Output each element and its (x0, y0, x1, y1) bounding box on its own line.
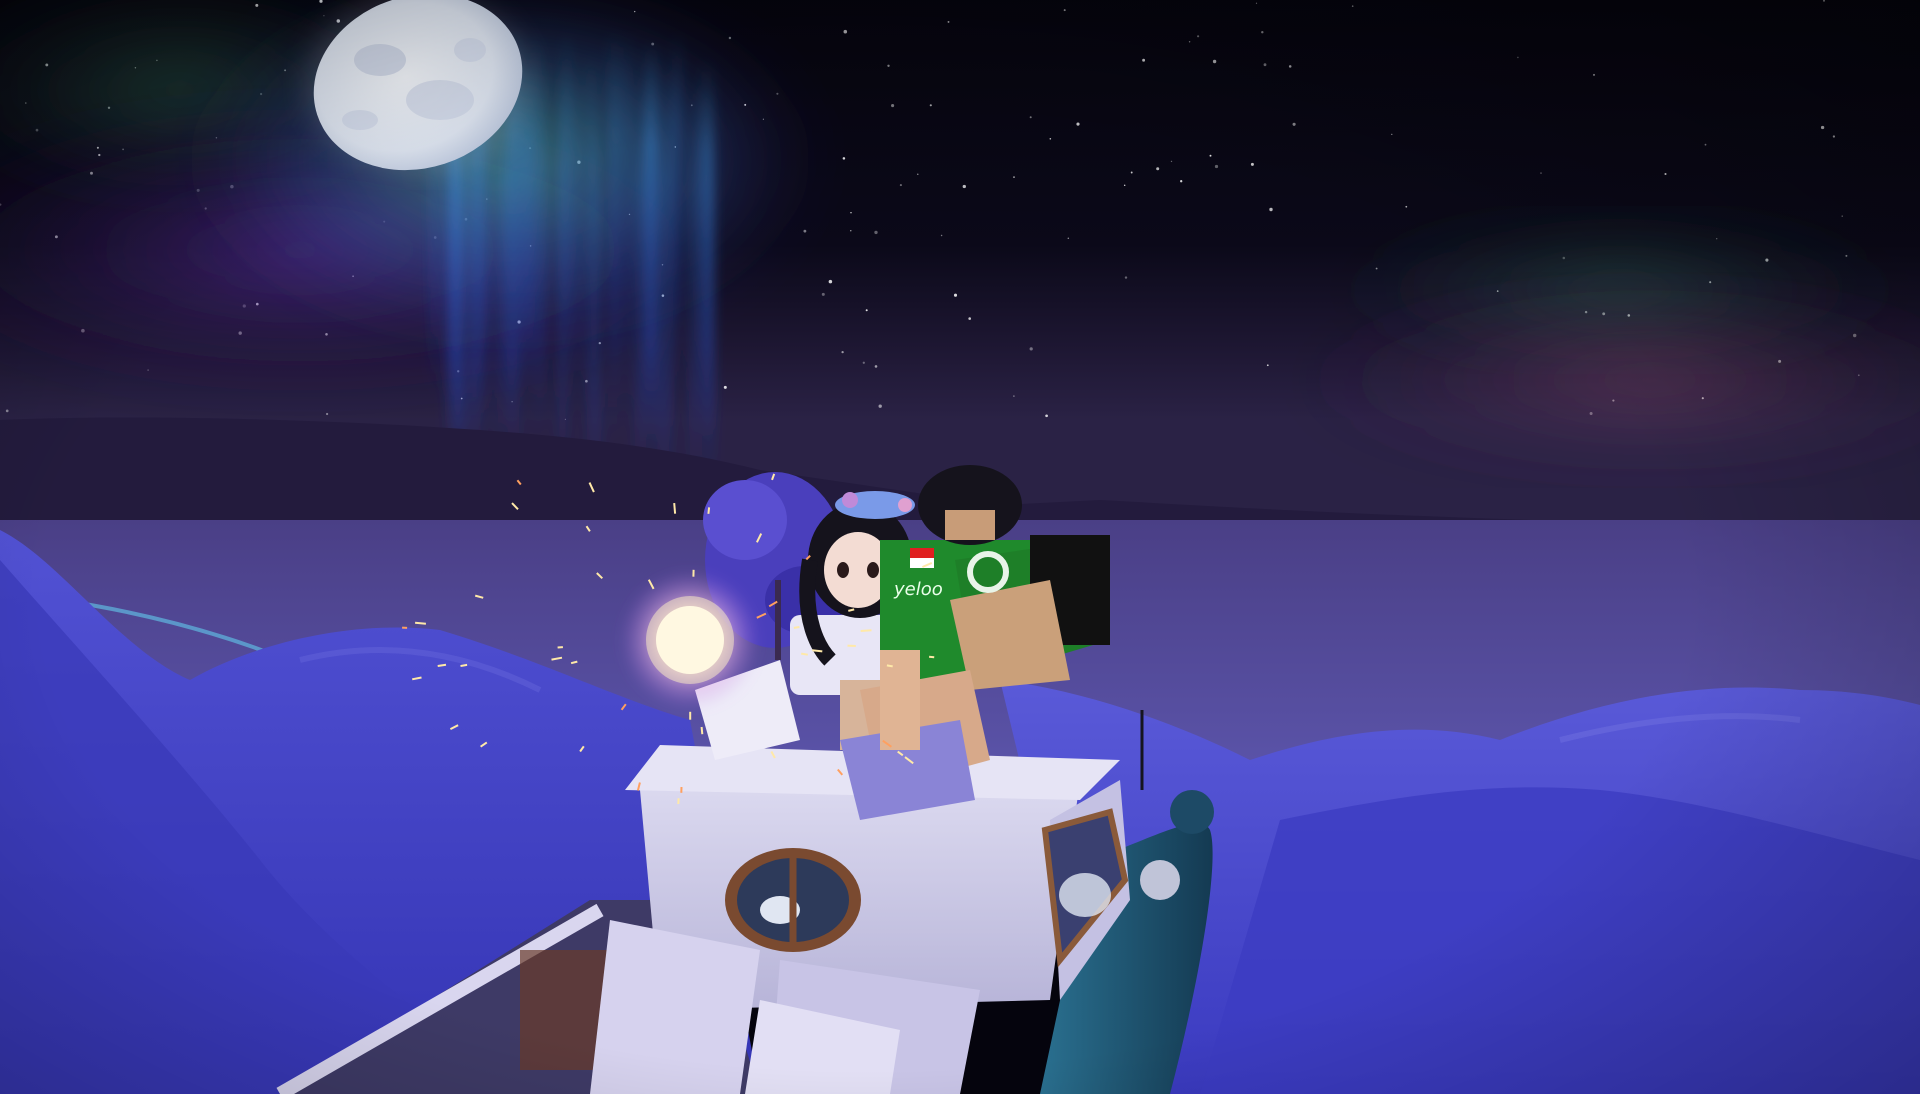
star (1351, 5, 1354, 7)
star (723, 385, 727, 389)
aurora-ray (575, 67, 580, 420)
star (841, 350, 844, 354)
star (821, 292, 825, 296)
star (874, 230, 878, 235)
aurora-ray (634, 81, 646, 498)
star (1250, 162, 1254, 166)
aurora-ray (624, 33, 631, 425)
star (1076, 122, 1080, 126)
aurora-ray (541, 69, 547, 434)
star (1540, 172, 1542, 174)
star (1156, 167, 1160, 171)
star (1704, 143, 1707, 146)
aurora-ray (530, 30, 542, 445)
star (1124, 276, 1128, 279)
star (1820, 125, 1825, 130)
star (1045, 414, 1048, 418)
star (1269, 207, 1273, 212)
aurora-ray (501, 93, 507, 444)
star (1261, 31, 1264, 34)
porthole-window (725, 848, 861, 952)
star (953, 293, 958, 297)
star (891, 104, 895, 108)
shirt-text: yeloo (893, 579, 943, 600)
star (803, 229, 807, 233)
star (1029, 116, 1032, 119)
star (1255, 2, 1258, 4)
aurora-ray (609, 29, 619, 439)
game-scene: yeloo (0, 0, 1920, 1094)
aurora-ray (564, 29, 570, 376)
aurora-ray (706, 87, 714, 506)
star (887, 64, 890, 67)
star (1180, 180, 1183, 183)
star (929, 104, 932, 107)
spark (673, 503, 677, 514)
star (850, 212, 852, 214)
star (1214, 164, 1219, 169)
spark (860, 629, 872, 632)
spark (460, 663, 468, 667)
star (940, 234, 943, 237)
star (1288, 65, 1292, 68)
star (1170, 160, 1173, 163)
star (1212, 59, 1217, 64)
spark (801, 652, 808, 656)
aurora-ray (688, 81, 700, 499)
star (1266, 364, 1269, 367)
star (1188, 41, 1191, 43)
spark (812, 649, 823, 653)
star (1209, 154, 1212, 157)
star (843, 29, 848, 34)
star (850, 230, 852, 232)
spark (929, 655, 935, 659)
star (1592, 73, 1596, 76)
star (1013, 395, 1015, 397)
spark (415, 621, 426, 625)
star (828, 279, 833, 284)
star (1517, 56, 1519, 59)
star (1063, 9, 1066, 12)
star (1263, 63, 1267, 67)
star (1067, 237, 1070, 239)
aurora-ray (586, 52, 597, 495)
star (962, 184, 966, 189)
star (947, 20, 950, 23)
star (917, 173, 919, 175)
star (1832, 135, 1836, 138)
spark (886, 664, 893, 668)
star (1841, 215, 1843, 217)
star (968, 317, 971, 320)
star (1123, 184, 1126, 187)
spark (437, 663, 447, 667)
star (878, 404, 882, 408)
spark (700, 726, 704, 735)
star (1049, 138, 1052, 140)
star (842, 157, 846, 160)
spark (707, 507, 711, 514)
aurora-ray (663, 66, 671, 508)
aurora-ray (674, 32, 680, 395)
star (1664, 172, 1667, 176)
star (1197, 35, 1200, 38)
star (1130, 171, 1133, 174)
star (5, 409, 9, 413)
star (1029, 347, 1033, 351)
star (1013, 176, 1015, 178)
star (325, 412, 329, 416)
star (874, 365, 878, 368)
star (865, 309, 868, 312)
star (1405, 205, 1408, 208)
star (1391, 133, 1393, 136)
spark (793, 626, 800, 629)
star (899, 184, 902, 187)
star (1292, 122, 1296, 126)
star (1142, 58, 1146, 62)
star (862, 361, 865, 364)
